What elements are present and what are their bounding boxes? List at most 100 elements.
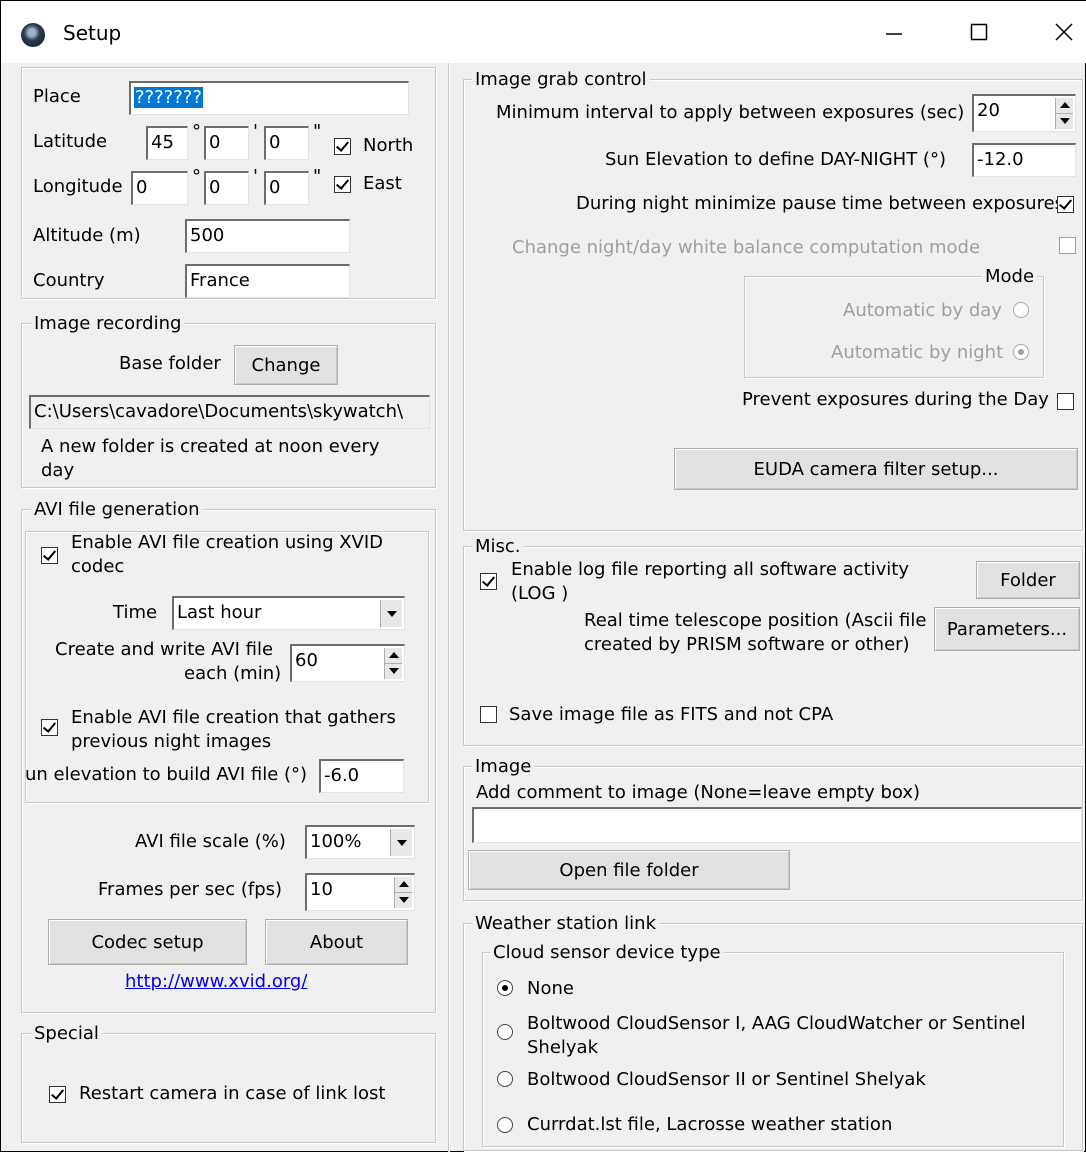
longitude-seconds-input[interactable]: 0 — [264, 171, 309, 205]
day-night-elevation-input[interactable]: -12.0 — [972, 143, 1076, 177]
altitude-input[interactable]: 500 — [185, 219, 350, 253]
cloud-boltwood2-label: Boltwood CloudSensor II or Sentinel Shel… — [527, 1069, 926, 1090]
fps-spin[interactable] — [394, 877, 412, 908]
minute-symbol: ' — [253, 121, 258, 142]
xvid-link[interactable]: http://www.xvid.org/ — [125, 971, 307, 992]
folder-note-line2: day — [41, 460, 75, 481]
image-recording-title: Image recording — [31, 313, 185, 334]
each-min-line2: each (min) — [184, 663, 282, 684]
spin-down-icon[interactable] — [1056, 114, 1073, 130]
codec-setup-button[interactable]: Codec setup — [48, 919, 247, 965]
telescope-parameters-button[interactable]: Parameters... — [934, 607, 1080, 651]
prevent-day-label: Prevent exposures during the Day — [742, 389, 1049, 410]
avi-scale-dropdown-button[interactable] — [390, 829, 412, 856]
gather-night-line2: previous night images — [71, 731, 272, 752]
avi-scale-label: AVI file scale (%) — [135, 831, 286, 852]
spin-up-icon[interactable] — [385, 648, 402, 664]
place-label: Place — [33, 86, 81, 107]
log-file-checkbox[interactable] — [480, 573, 497, 590]
gather-night-checkbox[interactable] — [41, 719, 58, 736]
second-symbol: " — [313, 121, 322, 142]
north-label: North — [363, 135, 414, 156]
each-min-value: 60 — [295, 650, 318, 671]
enable-xvid-line1: Enable AVI file creation using XVID — [71, 532, 384, 553]
comment-input[interactable] — [472, 807, 1082, 843]
restart-camera-checkbox[interactable] — [49, 1086, 66, 1103]
country-input[interactable]: France — [185, 264, 350, 298]
country-label: Country — [33, 270, 105, 291]
open-file-folder-button[interactable]: Open file folder — [468, 850, 790, 890]
spin-down-icon[interactable] — [385, 664, 402, 680]
log-file-line1: Enable log file reporting all software a… — [511, 559, 909, 580]
time-value: Last hour — [177, 602, 262, 623]
cloud-boltwood1-line2: Shelyak — [527, 1037, 599, 1058]
latitude-degrees-input[interactable]: 45 — [146, 126, 188, 160]
minimize-icon — [886, 33, 902, 35]
comment-label: Add comment to image (None=leave empty b… — [476, 782, 921, 803]
min-interval-stepper[interactable]: 20 — [972, 94, 1076, 132]
change-folder-button[interactable]: Change — [234, 345, 338, 385]
enable-xvid-checkbox[interactable] — [41, 547, 58, 564]
day-night-elevation-label: Sun Elevation to define DAY-NIGHT (°) — [605, 149, 946, 170]
minimize-button[interactable] — [871, 15, 917, 49]
longitude-minutes-input[interactable]: 0 — [204, 171, 249, 205]
about-button[interactable]: About — [265, 919, 408, 965]
mode-night-radio[interactable] — [1013, 344, 1029, 360]
maximize-button[interactable] — [956, 15, 1002, 49]
column-divider — [448, 63, 450, 1152]
save-fits-label: Save image file as FITS and not CPA — [509, 704, 834, 725]
avi-scale-select[interactable]: 100% — [305, 825, 415, 859]
north-checkbox[interactable] — [334, 138, 351, 155]
save-fits-checkbox[interactable] — [480, 706, 497, 723]
white-balance-label: Change night/day white balance computati… — [512, 237, 981, 258]
telescope-line1: Real time telescope position (Ascii file — [584, 610, 927, 631]
prevent-day-checkbox[interactable] — [1057, 393, 1074, 410]
misc-title: Misc. — [472, 536, 524, 557]
fps-stepper[interactable]: 10 — [305, 873, 415, 911]
time-label: Time — [113, 602, 158, 623]
folder-note-line1: A new folder is created at noon every — [41, 436, 380, 457]
spin-up-icon[interactable] — [1056, 98, 1073, 114]
log-folder-button[interactable]: Folder — [976, 561, 1080, 599]
longitude-label: Longitude — [33, 176, 123, 197]
latitude-minutes-input[interactable]: 0 — [204, 126, 249, 160]
cloud-currdat-radio[interactable] — [497, 1117, 513, 1133]
special-title: Special — [31, 1023, 102, 1044]
place-value: ??????? — [134, 87, 203, 108]
cloud-boltwood1-radio[interactable] — [497, 1024, 513, 1040]
avi-sun-elevation-input[interactable]: -6.0 — [319, 759, 404, 793]
restart-camera-label: Restart camera in case of link lost — [79, 1083, 386, 1104]
place-input[interactable]: ??????? — [129, 81, 409, 115]
each-min-stepper[interactable]: 60 — [290, 644, 405, 682]
time-dropdown-button[interactable] — [380, 600, 402, 627]
avi-sun-elevation-label: un elevation to build AVI file (°) — [25, 764, 308, 785]
cloud-none-label: None — [527, 978, 574, 999]
spin-up-icon[interactable] — [395, 877, 412, 893]
gather-night-line1: Enable AVI file creation that gathers — [71, 707, 396, 728]
chevron-down-icon — [386, 610, 397, 617]
euda-filter-setup-button[interactable]: EUDA camera filter setup... — [674, 448, 1078, 490]
cloud-boltwood2-radio[interactable] — [497, 1071, 513, 1087]
cloud-sensor-title: Cloud sensor device type — [490, 942, 724, 963]
spin-down-icon[interactable] — [395, 893, 412, 909]
mode-night-label: Automatic by night — [831, 342, 1004, 363]
fps-value: 10 — [310, 879, 333, 900]
time-select[interactable]: Last hour — [172, 596, 405, 630]
each-min-spin[interactable] — [384, 648, 402, 679]
log-file-line2: (LOG ) — [511, 583, 569, 604]
chevron-down-icon — [396, 839, 407, 846]
cloud-none-radio[interactable] — [497, 980, 513, 996]
east-checkbox[interactable] — [334, 176, 351, 193]
night-minimize-checkbox[interactable] — [1057, 196, 1074, 213]
cloud-boltwood1-line1: Boltwood CloudSensor I, AAG CloudWatcher… — [527, 1013, 1026, 1034]
weather-station-title: Weather station link — [472, 913, 660, 934]
min-interval-spin[interactable] — [1055, 98, 1073, 129]
close-button[interactable] — [1041, 15, 1086, 49]
second-symbol: " — [313, 166, 322, 187]
degree-symbol: ° — [192, 121, 201, 142]
longitude-degrees-input[interactable]: 0 — [131, 171, 188, 205]
white-balance-checkbox[interactable] — [1059, 237, 1076, 254]
mode-day-radio[interactable] — [1013, 302, 1029, 318]
degree-symbol: ° — [192, 166, 201, 187]
latitude-seconds-input[interactable]: 0 — [264, 126, 309, 160]
